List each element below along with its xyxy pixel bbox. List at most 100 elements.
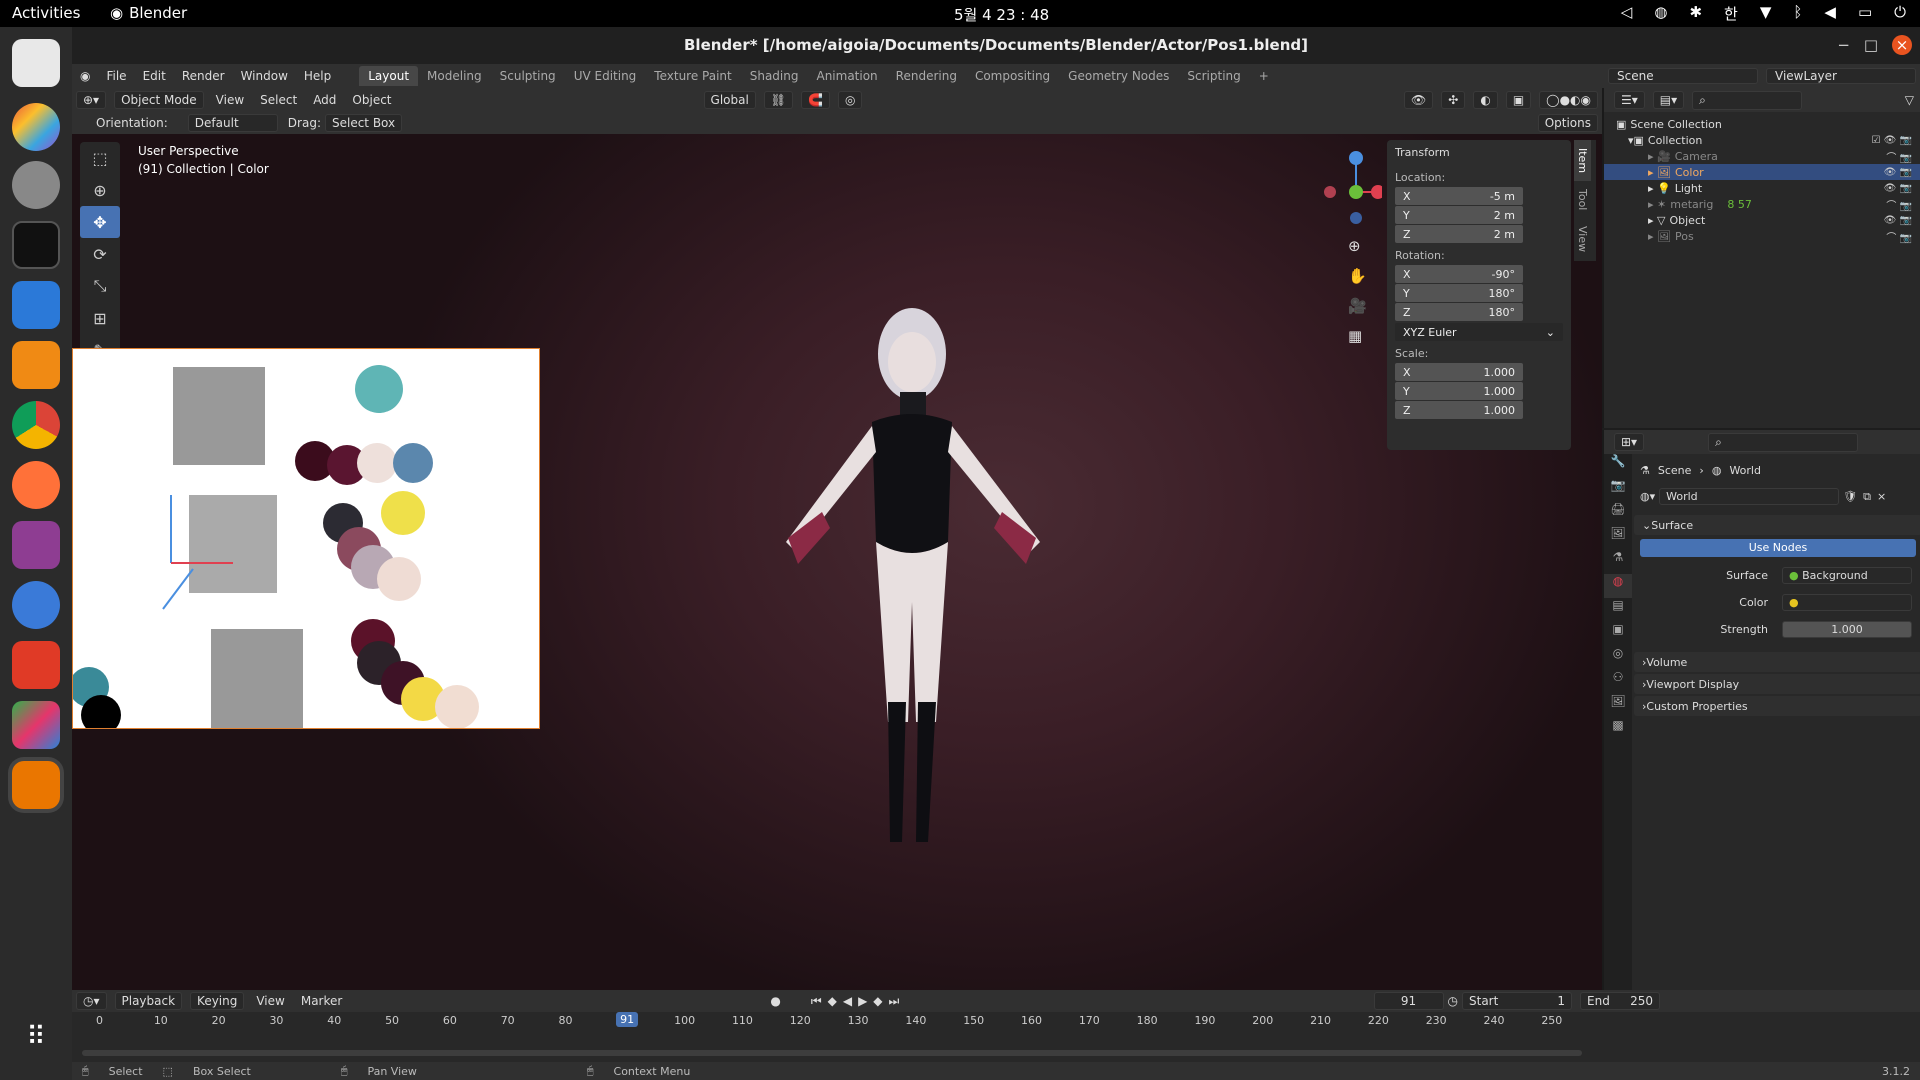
ortho-grid-icon[interactable]: ▦: [1348, 321, 1382, 351]
record-icon[interactable]: ●: [770, 994, 780, 1008]
minimize-icon[interactable]: −: [1837, 27, 1850, 64]
visibility-toggle-icon[interactable]: 👁 📷: [1884, 167, 1912, 178]
modifier-tab-icon[interactable]: ◎: [1604, 646, 1632, 670]
tab-animation[interactable]: Animation: [807, 66, 886, 86]
world-datablock[interactable]: ◍▾ World 🛡 ⧉ ×: [1640, 488, 1916, 505]
filter-icon[interactable]: ▽: [1905, 93, 1914, 107]
outliner-row-pos[interactable]: ▸ 🖼 Pos ⌒ 📷: [1604, 228, 1920, 244]
drag-dropdown[interactable]: Select Box: [324, 114, 403, 132]
select-menu[interactable]: Select: [252, 93, 305, 107]
visibility-toggle-icon[interactable]: ☑ 👁 📷: [1872, 135, 1912, 146]
menu-window[interactable]: Window: [233, 69, 296, 83]
zoom-icon[interactable]: ⊕: [1348, 231, 1382, 261]
location-y-field[interactable]: Y2 m: [1395, 206, 1523, 224]
camera-view-icon[interactable]: 🎥: [1348, 291, 1382, 321]
rotation-y-field[interactable]: Y 180°: [1395, 284, 1523, 302]
location-z-field[interactable]: Z2 m: [1395, 225, 1523, 243]
dock-krita-icon[interactable]: [12, 581, 60, 629]
color-swatch[interactable]: ●: [1782, 594, 1912, 611]
system-tray[interactable]: ◁ ◍ ✱ 한 ▼ ᛒ ◀ ▭ ⏻: [1621, 3, 1906, 24]
timeline-editor-icon[interactable]: ◷▾: [76, 992, 107, 1010]
output-tab-icon[interactable]: 🖨: [1604, 502, 1632, 526]
gizmo-icon[interactable]: ✣: [1441, 91, 1466, 109]
view-layer-tab-icon[interactable]: 🖼: [1604, 526, 1632, 550]
wifi-icon[interactable]: ▼: [1760, 3, 1772, 24]
collection-tab-icon[interactable]: ▤: [1604, 598, 1632, 622]
timeline-scrollbar[interactable]: [82, 1050, 1582, 1056]
dock-unity-icon[interactable]: [12, 521, 60, 569]
outliner-editor-icon[interactable]: ☰▾: [1614, 91, 1645, 109]
pan-icon[interactable]: ✋: [1348, 261, 1382, 291]
reference-image-plane[interactable]: [72, 348, 540, 735]
dock-video-icon[interactable]: [12, 641, 60, 689]
tab-item[interactable]: Item: [1574, 140, 1591, 182]
tab-view[interactable]: View: [1574, 218, 1591, 260]
constraint-tab-icon[interactable]: ⚇: [1604, 670, 1632, 694]
render-tab-icon[interactable]: 📷: [1604, 478, 1632, 502]
fake-user-icon[interactable]: 🛡: [1843, 490, 1857, 503]
menu-help[interactable]: Help: [296, 69, 339, 83]
tab-scripting[interactable]: Scripting: [1178, 66, 1249, 86]
unlink-icon[interactable]: ×: [1877, 490, 1886, 503]
outliner-row-metarig[interactable]: ▸ ✶ metarig 8 57 ⌒ 📷: [1604, 196, 1920, 212]
tab-shading[interactable]: Shading: [741, 66, 808, 86]
activities-button[interactable]: Activities: [12, 4, 80, 22]
network-icon[interactable]: ◁: [1621, 3, 1633, 24]
shading-modes-icon[interactable]: ◯●◐◉: [1539, 91, 1598, 109]
surface-section[interactable]: ⌄ Surface: [1634, 515, 1920, 535]
dock-terminal-icon[interactable]: [12, 221, 60, 269]
cursor-icon[interactable]: ⊕: [80, 174, 120, 206]
scene-selector[interactable]: Scene: [1608, 68, 1758, 84]
dock-media-icon[interactable]: [12, 341, 60, 389]
visibility-icon[interactable]: 👁: [1404, 91, 1434, 109]
menu-file[interactable]: File: [98, 69, 134, 83]
keying-menu[interactable]: Keying: [190, 992, 245, 1010]
dock-chrome-icon[interactable]: [12, 401, 60, 449]
dock-files-icon[interactable]: [12, 281, 60, 329]
maximize-icon[interactable]: □: [1864, 27, 1878, 64]
preview-range-icon[interactable]: ◷: [1448, 994, 1458, 1008]
proportional-icon[interactable]: ◎: [837, 91, 863, 109]
menu-edit[interactable]: Edit: [135, 69, 174, 83]
scale-icon[interactable]: ⤡: [80, 270, 120, 302]
close-icon[interactable]: ×: [1892, 35, 1912, 55]
add-workspace-icon[interactable]: +: [1250, 66, 1278, 86]
volume-icon[interactable]: ◀: [1824, 3, 1836, 24]
options-dropdown[interactable]: Options: [1537, 114, 1598, 132]
xray-icon[interactable]: ▣: [1505, 91, 1532, 109]
editor-type-icon[interactable]: ⊕▾: [76, 91, 107, 109]
show-apps-icon[interactable]: ⠿: [12, 1013, 60, 1061]
navigation-gizmo[interactable]: ⊕ ✋ 🎥 ▦: [1312, 148, 1385, 345]
scale-x-field[interactable]: X 1.000: [1395, 363, 1523, 381]
outliner-row-object[interactable]: ▸ ▽ Object 👁 📷: [1604, 212, 1920, 228]
dock-blender-icon[interactable]: [12, 761, 60, 809]
dock-settings-icon[interactable]: [12, 161, 60, 209]
tab-tool[interactable]: Tool: [1574, 181, 1591, 218]
tab-layout[interactable]: Layout: [359, 66, 419, 86]
3d-viewport[interactable]: ⬚ ⊕ ✥ ⟳ ⤡ ⊞ ✎ 📐 ▢ User Perspective (91) …: [72, 134, 1602, 990]
app-menu[interactable]: ◉ Blender: [110, 4, 187, 22]
playhead[interactable]: 91: [616, 1012, 639, 1027]
custom-properties-section[interactable]: › Custom Properties: [1634, 696, 1920, 716]
scale-z-field[interactable]: Z 1.000: [1395, 401, 1523, 419]
tab-compositing[interactable]: Compositing: [966, 66, 1059, 86]
visibility-toggle-icon[interactable]: 👁 📷: [1884, 215, 1912, 226]
object-tab-icon[interactable]: ▣: [1604, 622, 1632, 646]
tab-rendering[interactable]: Rendering: [887, 66, 966, 86]
scale-y-field[interactable]: Y 1.000: [1395, 382, 1523, 400]
axis-gizmo-icon[interactable]: [1312, 148, 1385, 228]
start-frame-field[interactable]: Start 1: [1462, 992, 1572, 1010]
snap-icon[interactable]: 🧲: [801, 91, 830, 109]
select-box-icon[interactable]: ⬚: [80, 142, 120, 174]
view-menu[interactable]: View: [208, 93, 252, 107]
end-frame-field[interactable]: End 250: [1580, 992, 1660, 1010]
rotate-icon[interactable]: ⟳: [80, 238, 120, 270]
use-nodes-button[interactable]: Use Nodes: [1640, 539, 1916, 557]
timeline-view-menu[interactable]: View: [248, 994, 292, 1008]
overlay-icon[interactable]: ◐: [1473, 91, 1498, 109]
dock-firefox-icon[interactable]: [12, 461, 60, 509]
playback-controls-icon[interactable]: ⏮◆◀▶◆⏭: [811, 994, 906, 1009]
scene-tab-icon[interactable]: ⚗: [1604, 550, 1632, 574]
rotation-x-field[interactable]: X -90°: [1395, 265, 1523, 283]
rotation-mode-dropdown[interactable]: XYZ Euler ⌄: [1395, 323, 1563, 341]
